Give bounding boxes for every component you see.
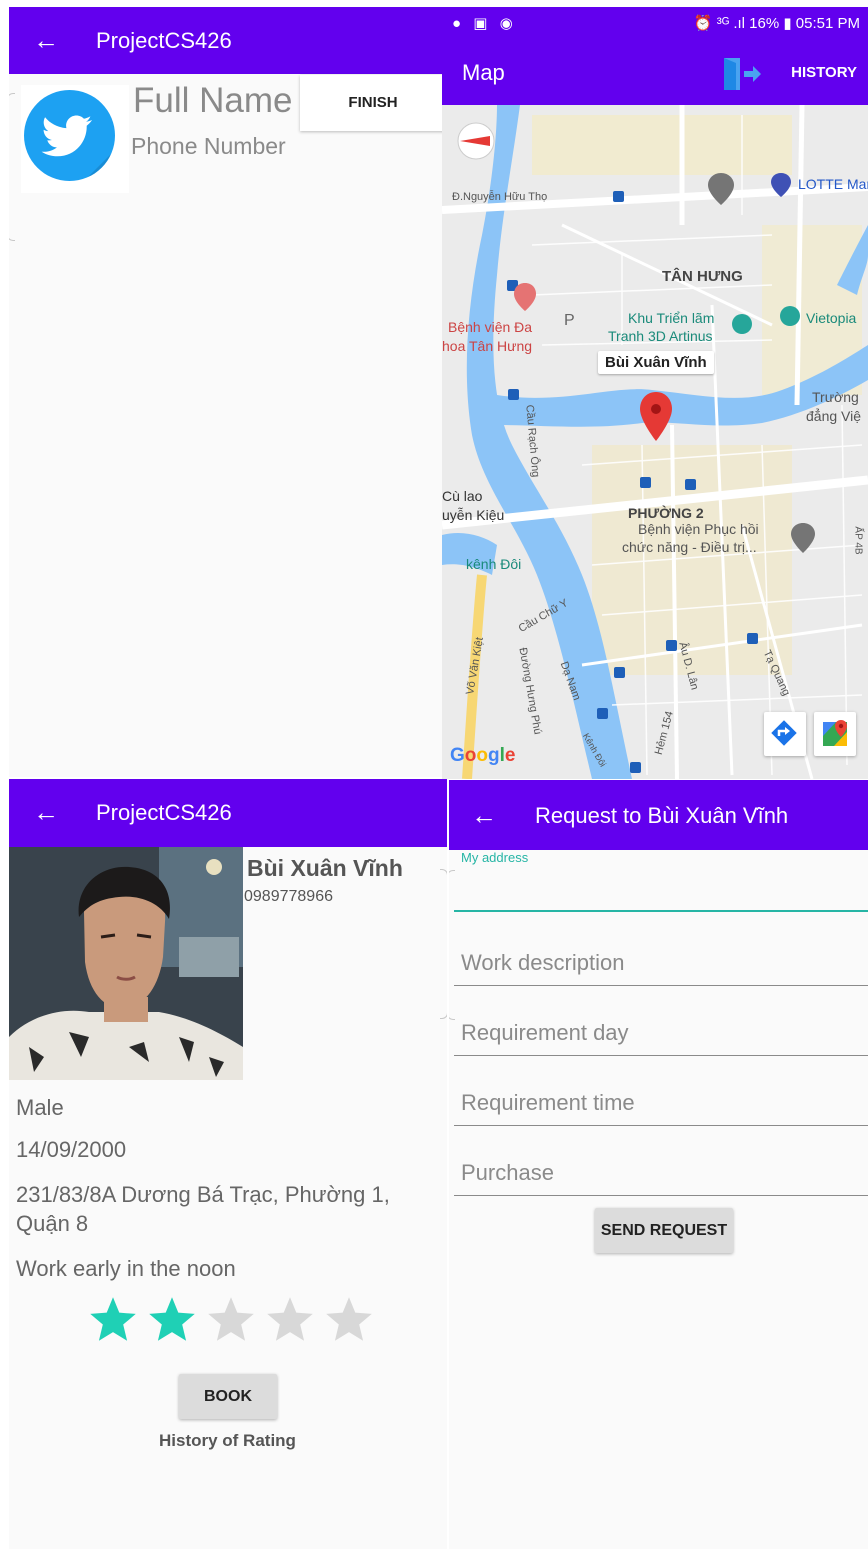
requirement-day-input[interactable]: [454, 1010, 868, 1056]
page-title: Map: [462, 60, 505, 85]
map-label: ẤP 4B: [852, 526, 864, 555]
arrow-back-icon[interactable]: ←: [33, 27, 59, 53]
page-title: Request to Bùi Xuân Vĩnh: [535, 803, 789, 828]
star-filled-icon[interactable]: [146, 1294, 198, 1346]
map-label: PHƯỜNG 2: [628, 505, 704, 521]
map-label: Cù lao: [442, 488, 483, 504]
history-button[interactable]: HISTORY: [791, 64, 857, 81]
google-letter: e: [504, 745, 516, 766]
history-of-rating-link[interactable]: History of Rating: [159, 1431, 296, 1451]
requirement-time-input[interactable]: [454, 1080, 868, 1126]
map-label: uyễn Kiệu: [442, 507, 505, 523]
status-info: ⏰ ³ᴳ .ıl 16% ▮ 05:51 PM: [693, 15, 860, 32]
app-bar: ← ProjectCS426: [9, 779, 447, 847]
profile-birthday: 14/09/2000: [16, 1137, 127, 1162]
profile-photo: [9, 847, 243, 1080]
profile-gender: Male: [16, 1095, 64, 1120]
profile-screen: ← ProjectCS426 Bùi Xuân Vĩnh 0989778966 …: [9, 779, 447, 1549]
star-empty-icon[interactable]: [205, 1294, 257, 1346]
pin-label[interactable]: Bùi Xuân Vĩnh: [598, 351, 714, 374]
my-address-input[interactable]: [454, 868, 868, 912]
full-name-field[interactable]: Full Name: [133, 81, 292, 121]
star-empty-icon[interactable]: [323, 1294, 375, 1346]
map-screen: ● ▣ ◉ ⏰ ³ᴳ .ıl 16% ▮ 05:51 PM Map HISTOR…: [442, 7, 868, 779]
profile-note: Work early in the noon: [16, 1256, 236, 1281]
map-label: Bệnh viện Đa: [448, 319, 533, 335]
app-bar: ← ProjectCS426: [9, 7, 442, 74]
status-icons: ● ▣ ◉: [452, 15, 517, 32]
send-request-button[interactable]: SEND REQUEST: [595, 1208, 733, 1253]
card-edge: [9, 93, 15, 241]
google-letter: G: [450, 745, 465, 766]
google-letter: o: [464, 745, 477, 766]
map-label: Trường: [812, 389, 859, 405]
setup-screen: ← ProjectCS426 Full Name Phone Number FI…: [9, 7, 442, 777]
map-label: LOTTE Mar: [798, 176, 868, 192]
map-label: Khu Triển lãm: [628, 310, 715, 326]
map-canvas: [442, 105, 868, 779]
arrow-back-icon[interactable]: ←: [471, 802, 497, 828]
profile-phone: 0989778966: [244, 888, 333, 905]
request-screen: ← Request to Bùi Xuân Vĩnh My address SE…: [449, 780, 868, 1549]
map-label: Đ.Nguyễn Hữu Thọ: [452, 191, 548, 203]
status-bar: ● ▣ ◉ ⏰ ³ᴳ .ıl 16% ▮ 05:51 PM: [442, 7, 868, 40]
map-label: chức năng - Điều trị...: [622, 539, 757, 555]
app-bar: Map HISTORY: [442, 40, 868, 105]
google-map[interactable]: Đ.Nguyễn Hữu Thọ LOTTE Mar TÂN HƯNG Bệnh…: [442, 105, 868, 779]
arrow-back-icon[interactable]: ←: [33, 799, 59, 825]
profile-address: 231/83/8A Dương Bá Trạc, Phường 1, Quận …: [16, 1182, 390, 1236]
google-letter: g: [488, 745, 500, 766]
page-title: ProjectCS426: [96, 28, 232, 53]
app-bar: ← Request to Bùi Xuân Vĩnh: [449, 780, 868, 850]
google-letter: o: [476, 745, 488, 766]
phone-number-field[interactable]: Phone Number: [131, 133, 286, 160]
exit-door-icon[interactable]: [722, 56, 762, 92]
directions-icon[interactable]: [764, 712, 806, 756]
map-label: kênh Đôi: [466, 556, 522, 572]
finish-button[interactable]: FINISH: [300, 75, 442, 131]
my-address-label: My address: [461, 850, 529, 865]
map-label: Bệnh viện Phục hồi: [638, 521, 759, 537]
map-label: hoa Tân Hưng: [442, 338, 533, 354]
rating-bar[interactable]: [87, 1294, 375, 1346]
map-label: TÂN HƯNG: [662, 268, 743, 285]
star-filled-icon[interactable]: [87, 1294, 139, 1346]
map-label: Vietopia: [806, 310, 857, 326]
purchase-input[interactable]: [454, 1150, 868, 1196]
map-label: P: [564, 312, 575, 329]
google-maps-icon[interactable]: [814, 712, 856, 756]
twitter-bird-icon: [24, 90, 115, 181]
map-label: đẳng Việ: [806, 408, 862, 424]
profile-name: Bùi Xuân Vĩnh: [247, 855, 403, 881]
map-label: Tranh 3D Artinus: [608, 328, 713, 344]
twitter-avatar[interactable]: [21, 85, 129, 193]
work-description-input[interactable]: [454, 940, 868, 986]
book-button[interactable]: BOOK: [179, 1374, 277, 1419]
google-logo: Google: [450, 745, 515, 767]
star-empty-icon[interactable]: [264, 1294, 316, 1346]
page-title: ProjectCS426: [96, 800, 232, 825]
card-edge: [440, 869, 447, 1019]
